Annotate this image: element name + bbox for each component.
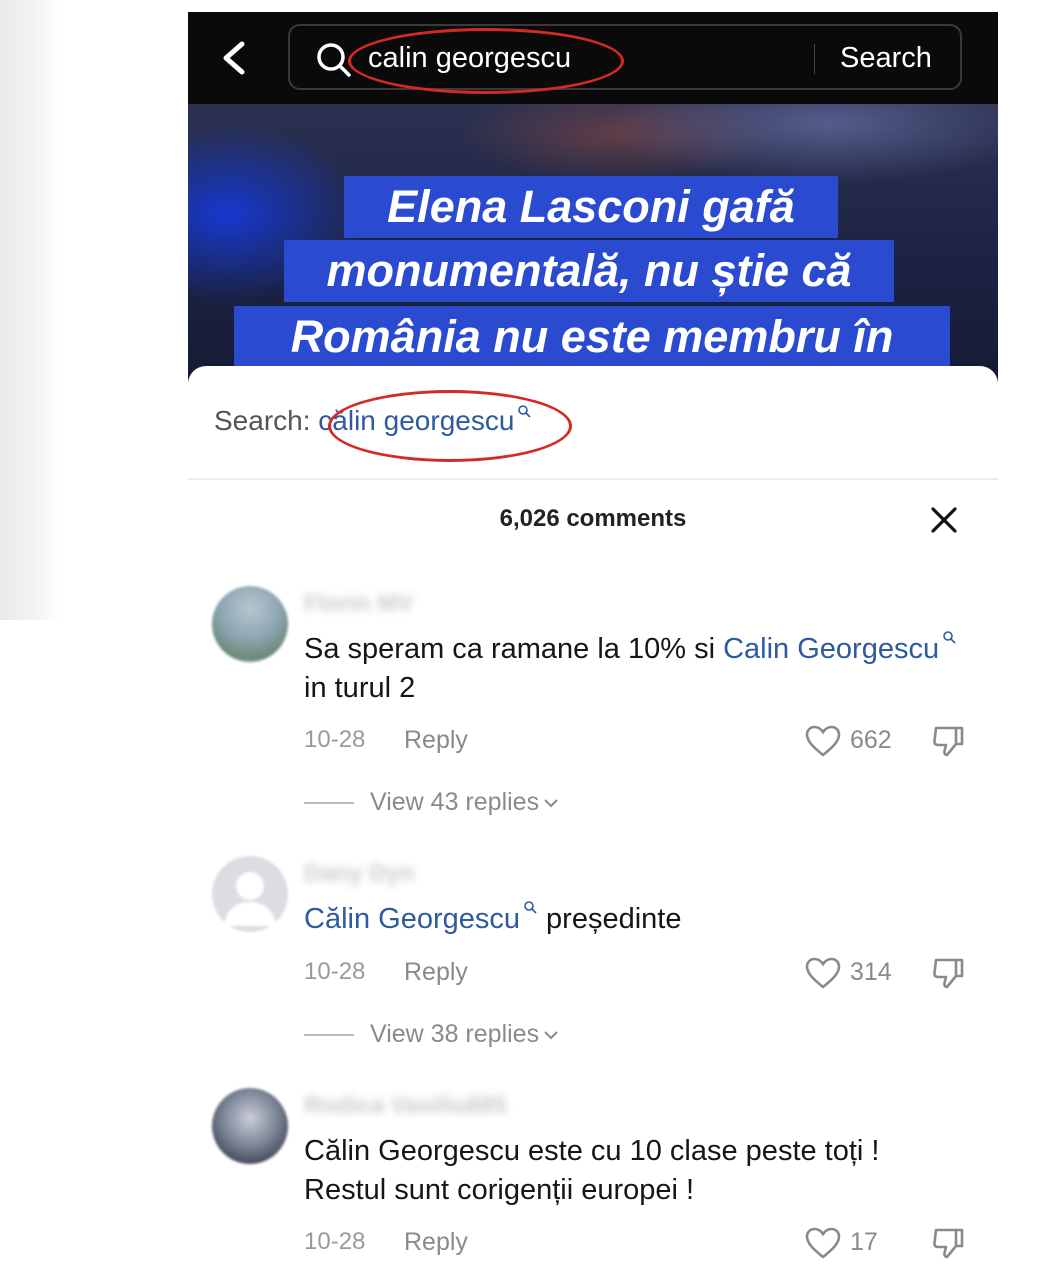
heart-icon[interactable] bbox=[804, 956, 842, 990]
dislike-icon[interactable] bbox=[930, 1224, 968, 1262]
comment-date: 10-28 bbox=[304, 1228, 366, 1255]
comment-search-link[interactable]: Calin Georgescu bbox=[723, 633, 939, 665]
reply-button[interactable]: Reply bbox=[404, 958, 468, 987]
comment-text-part: Sa speram ca ramane la 10% si bbox=[304, 633, 724, 665]
chevron-down-icon bbox=[544, 799, 558, 808]
view-replies-button[interactable]: View 43 replies bbox=[304, 788, 559, 817]
comment-username[interactable]: Florin MV bbox=[304, 590, 413, 618]
like-count: 662 bbox=[850, 726, 892, 754]
comments-count: 6,026 comments bbox=[499, 505, 687, 532]
comment-text: Sa speram ca ramane la 10% si Calin Geor… bbox=[304, 630, 964, 708]
default-avatar-icon bbox=[224, 872, 276, 926]
related-search-label: Search: bbox=[214, 405, 311, 436]
divider bbox=[304, 802, 354, 805]
comment-text-line: Restul sunt corigenții europei ! bbox=[304, 1174, 695, 1206]
view-replies-label: View 38 replies bbox=[370, 1020, 540, 1048]
comment-username[interactable]: Rodica Vasiliu885 bbox=[304, 1092, 507, 1120]
chevron-down-icon bbox=[544, 1031, 558, 1040]
highlight-circle bbox=[328, 390, 572, 462]
background-shade bbox=[0, 0, 60, 620]
avatar[interactable] bbox=[212, 856, 288, 932]
search-button[interactable]: Search bbox=[840, 41, 932, 75]
dislike-icon[interactable] bbox=[930, 954, 968, 992]
comment-date: 10-28 bbox=[304, 958, 366, 985]
avatar[interactable] bbox=[212, 1088, 288, 1164]
reply-button[interactable]: Reply bbox=[404, 1228, 468, 1257]
search-divider bbox=[814, 44, 815, 74]
comment-search-link[interactable]: Călin Georgescu bbox=[304, 903, 520, 935]
view-replies-button[interactable]: View 38 replies bbox=[304, 1020, 559, 1049]
heart-icon[interactable] bbox=[804, 1226, 842, 1260]
comment-text-part: in turul 2 bbox=[304, 672, 416, 704]
comment-text-part: președinte bbox=[538, 903, 682, 935]
avatar[interactable] bbox=[212, 586, 288, 662]
dislike-icon[interactable] bbox=[930, 722, 968, 760]
view-replies-label: View 43 replies bbox=[370, 788, 540, 816]
divider bbox=[304, 1034, 354, 1037]
like-count: 17 bbox=[850, 1228, 878, 1256]
close-icon[interactable] bbox=[930, 506, 958, 534]
comment-date: 10-28 bbox=[304, 726, 366, 753]
reply-button[interactable]: Reply bbox=[404, 726, 468, 755]
search-header: calin georgescu Search bbox=[188, 12, 998, 104]
app-screen: calin georgescu Search Elena Lasconi gaf… bbox=[188, 12, 998, 1280]
heart-icon[interactable] bbox=[804, 724, 842, 758]
video-preview[interactable]: Elena Lasconi gafă monumentală, nu știe … bbox=[188, 104, 998, 394]
highlight-circle bbox=[348, 28, 624, 94]
comment-text-line: Călin Georgescu este cu 10 clase peste t… bbox=[304, 1135, 880, 1167]
search-icon bbox=[524, 901, 537, 914]
divider bbox=[188, 478, 998, 480]
comment-text: Călin Georgescu este cu 10 clase peste t… bbox=[304, 1132, 964, 1210]
comment-username[interactable]: Dany Dyn bbox=[304, 860, 415, 888]
video-caption-line: monumentală, nu știe că bbox=[284, 240, 894, 302]
like-count: 314 bbox=[850, 958, 892, 986]
comment-text: Călin Georgescu președinte bbox=[304, 900, 964, 939]
video-caption-line: Elena Lasconi gafă bbox=[344, 176, 838, 238]
video-caption-line: România nu este membru în bbox=[234, 306, 950, 368]
search-icon bbox=[943, 631, 956, 644]
comments-sheet: Search: călin georgescu 6,026 comments F… bbox=[188, 366, 998, 1280]
back-icon[interactable] bbox=[218, 40, 252, 76]
